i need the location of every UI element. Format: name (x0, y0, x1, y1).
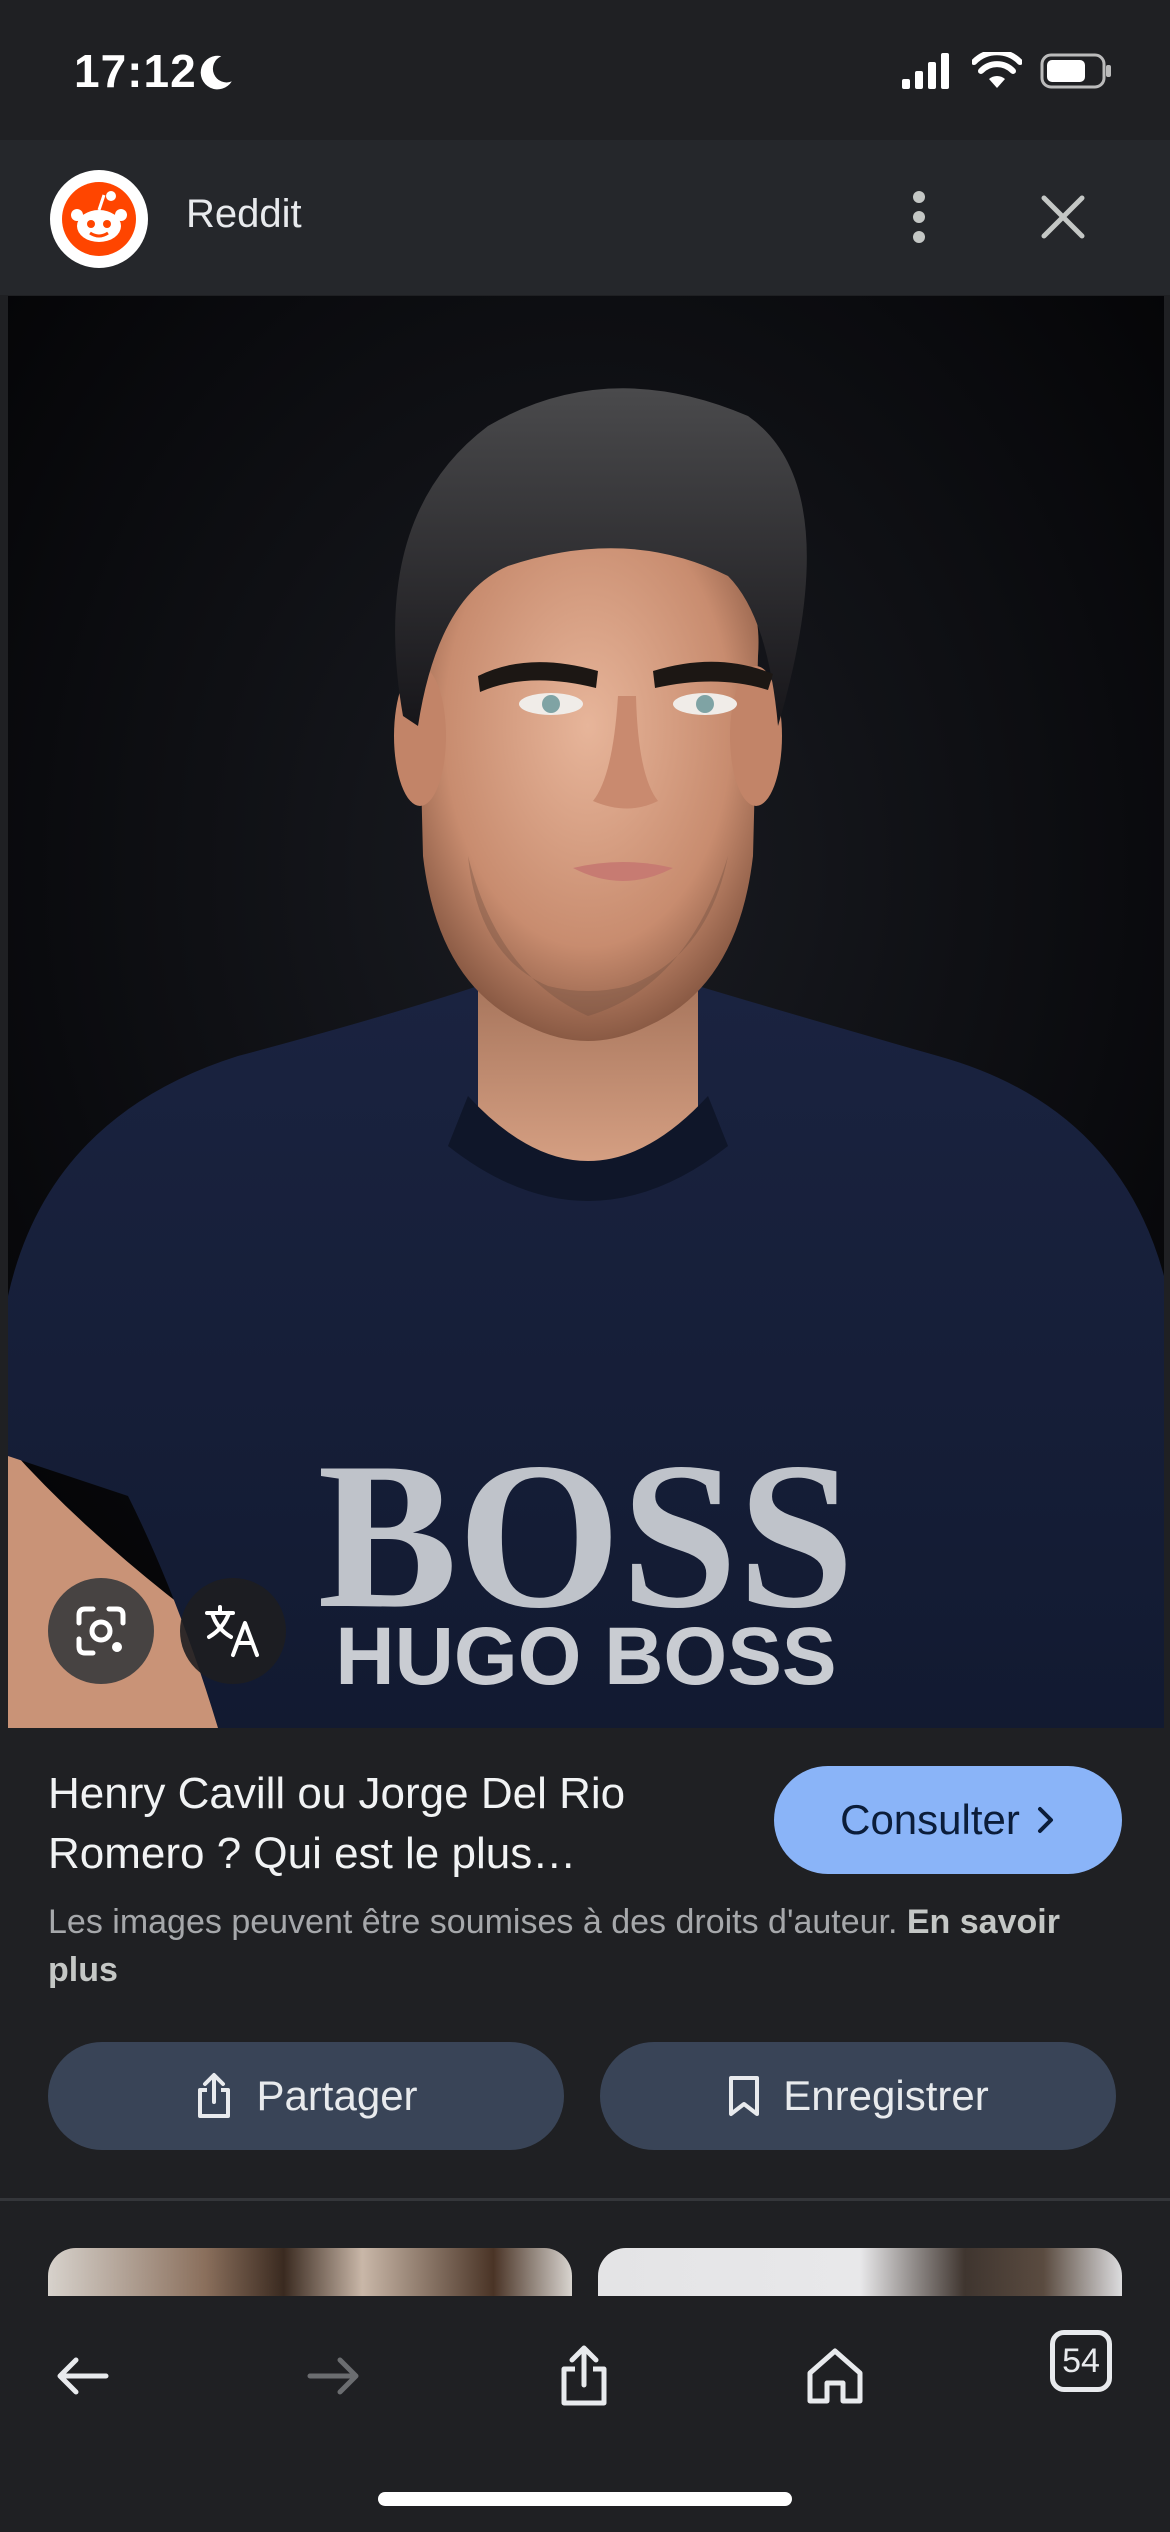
site-name[interactable]: Reddit (186, 192, 302, 237)
battery-icon (1040, 53, 1111, 89)
close-button[interactable] (1030, 182, 1096, 252)
result-info-panel: Henry Cavill ou Jorge Del Rio Romero ? Q… (0, 1728, 1170, 2198)
related-image-thumb[interactable] (598, 2248, 1122, 2298)
home-icon (807, 2348, 863, 2404)
tabs-button[interactable]: 54 (1050, 2330, 1112, 2392)
save-label: Enregistrer (783, 2072, 989, 2119)
signal-icon (902, 53, 949, 89)
status-icons (902, 52, 1112, 90)
arrow-left-icon (57, 2357, 109, 2395)
status-bar: 17:12 (0, 0, 1170, 140)
share-button[interactable]: Partager (48, 2042, 564, 2150)
result-title[interactable]: Henry Cavill ou Jorge Del Rio Romero ? Q… (48, 1764, 748, 1884)
reddit-icon (62, 182, 136, 256)
more-options-button[interactable] (894, 182, 944, 252)
reddit-logo[interactable] (50, 170, 148, 268)
result-image[interactable]: BOSS HUGO BOSS (8, 296, 1164, 1728)
tabs-count: 54 (1062, 2341, 1100, 2380)
wifi-icon (972, 52, 1022, 88)
close-icon (1041, 195, 1085, 239)
save-button[interactable]: Enregistrer (600, 2042, 1116, 2150)
translate-button[interactable] (180, 1578, 286, 1684)
back-button[interactable] (42, 2336, 122, 2416)
status-time: 17:12 (74, 45, 197, 97)
related-image-thumb[interactable] (48, 2248, 572, 2298)
home-indicator[interactable] (378, 2492, 792, 2506)
arrow-right-icon (307, 2357, 359, 2395)
google-lens-icon (76, 1606, 126, 1656)
moon-icon (200, 55, 232, 90)
visit-button[interactable]: Consulter (774, 1766, 1122, 1874)
shirt-brand-small: HUGO BOSS (335, 1611, 836, 1702)
share-page-button[interactable] (544, 2336, 624, 2416)
bookmark-icon (729, 2076, 760, 2116)
copyright-notice: Les images peuvent être soumises à des d… (48, 1898, 1108, 1994)
chevron-right-icon (1037, 1807, 1053, 1833)
share-label: Partager (256, 2072, 418, 2119)
source-header: Reddit (0, 140, 1170, 295)
translate-icon (205, 1605, 259, 1657)
google-lens-button[interactable] (48, 1578, 154, 1684)
copyright-text: Les images peuvent être soumises à des d… (48, 1903, 898, 1941)
forward-button[interactable] (294, 2336, 374, 2416)
share-icon (198, 2073, 231, 2118)
divider (0, 2198, 1170, 2201)
more-vert-icon (913, 191, 925, 243)
visit-button-label: Consulter (840, 1796, 1020, 1843)
home-button[interactable] (795, 2336, 875, 2416)
portrait-illustration: BOSS HUGO BOSS (8, 296, 1164, 1728)
share-icon (561, 2345, 607, 2406)
